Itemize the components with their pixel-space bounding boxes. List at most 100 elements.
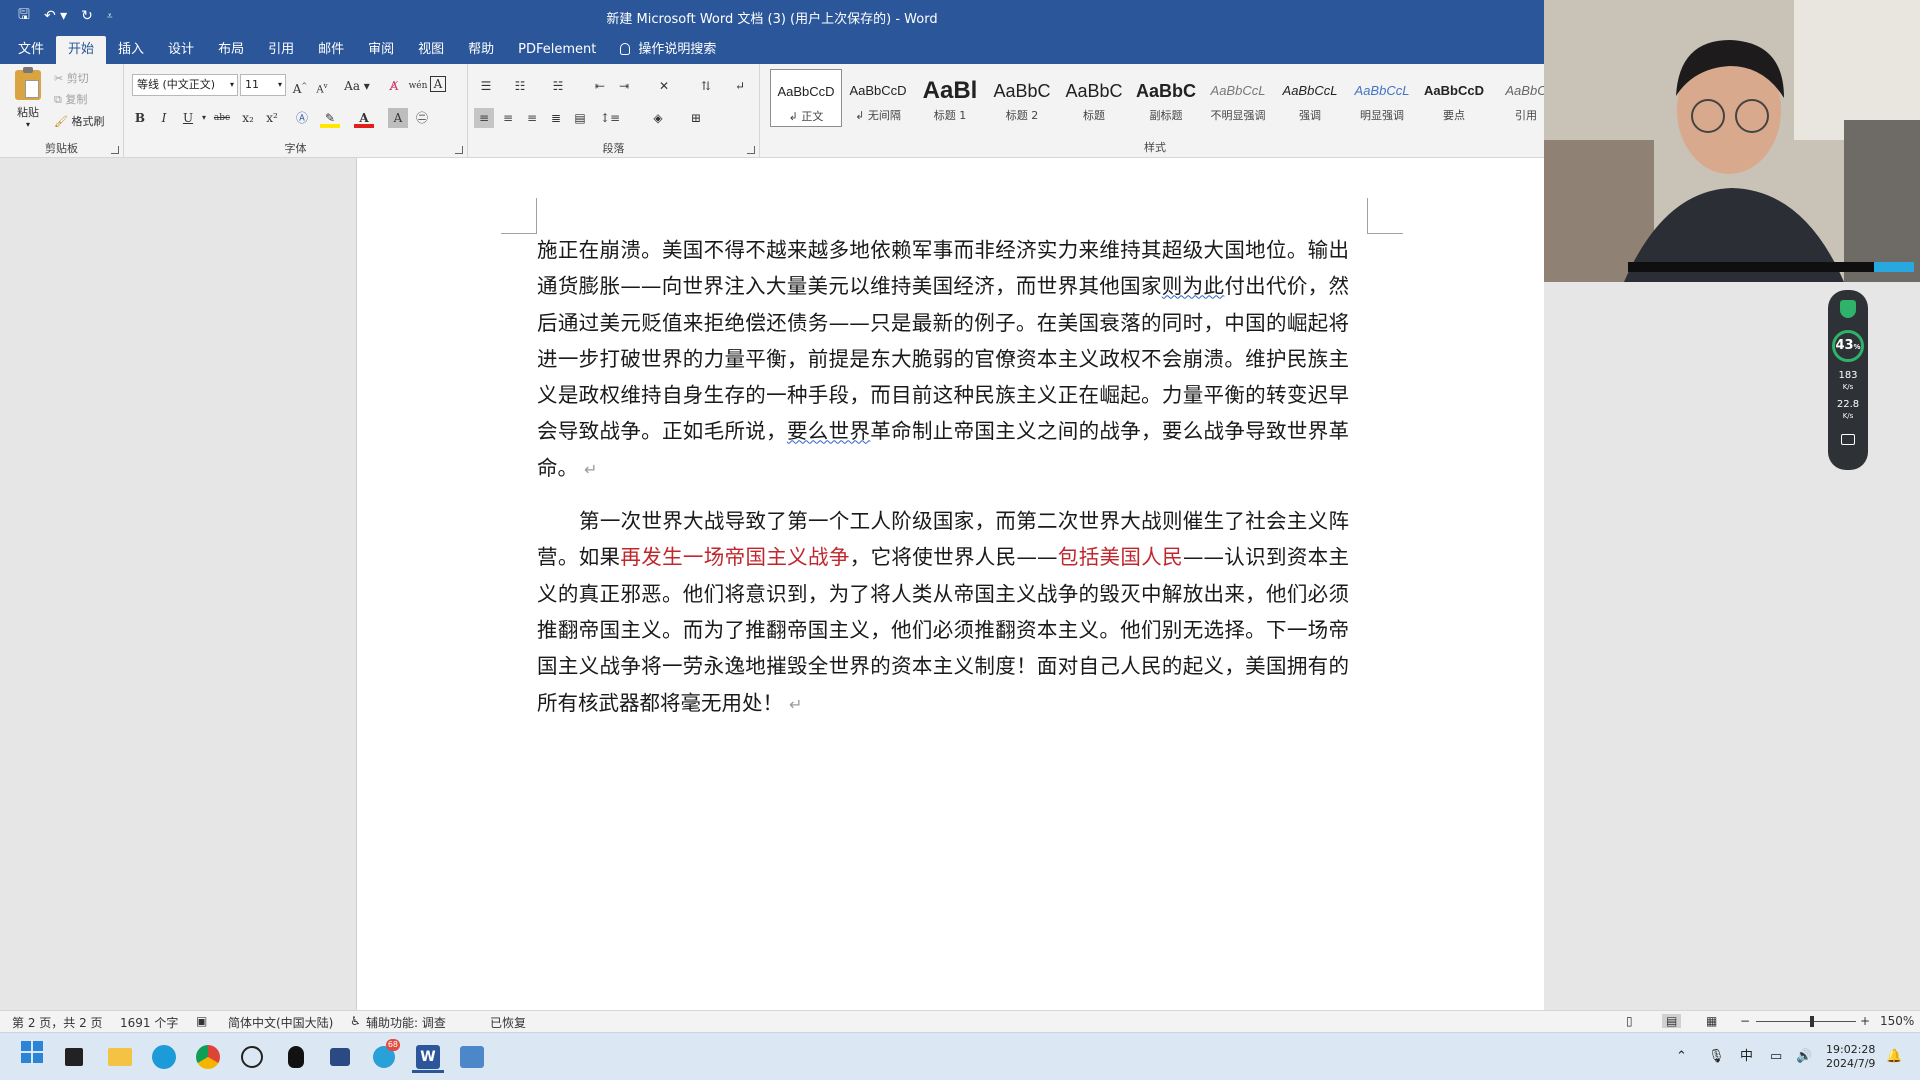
enclose-characters-button[interactable]: ㊁ (412, 108, 432, 128)
tab-references[interactable]: 引用 (256, 36, 306, 64)
highlight-button[interactable]: ✎ (320, 108, 340, 128)
subscript-button[interactable]: x₂ (238, 108, 258, 128)
start-windows-icon[interactable] (16, 1041, 48, 1073)
cut-button[interactable]: ✂ 剪切 (54, 70, 89, 86)
shading-button[interactable]: ◈ (648, 108, 668, 128)
zoom-in-icon[interactable]: + (1860, 1014, 1870, 1028)
zoom-slider[interactable] (1756, 1016, 1856, 1027)
edge-browser-icon[interactable] (148, 1041, 180, 1073)
tab-help[interactable]: 帮助 (456, 36, 506, 64)
style-emphasis[interactable]: AaBbCcL 强调 (1274, 69, 1346, 127)
style-subtle-emphasis[interactable]: AaBbCcL 不明显强调 (1202, 69, 1274, 127)
word-count[interactable]: 1691 个字 (120, 1014, 178, 1031)
justify-button[interactable]: ≣ (546, 108, 566, 128)
style-heading-1[interactable]: AaBl 标题 1 (914, 69, 986, 127)
tab-design[interactable]: 设计 (156, 36, 206, 64)
language-indicator[interactable]: 简体中文(中国大陆) (228, 1014, 333, 1031)
telegram-icon[interactable]: 68 (368, 1039, 400, 1073)
style-subtitle[interactable]: AaBbC 副标题 (1130, 69, 1202, 127)
distributed-button[interactable]: ▤ (570, 108, 590, 128)
bold-button[interactable]: B (130, 108, 150, 128)
style-no-spacing[interactable]: AaBbCcD ↲ 无间隔 (842, 69, 914, 127)
tab-insert[interactable]: 插入 (106, 36, 156, 64)
style-heading-2[interactable]: AaBbC 标题 2 (986, 69, 1058, 127)
shrink-font-button[interactable]: Av (312, 76, 332, 96)
tray-overflow-icon[interactable]: ⌃ (1676, 1033, 1687, 1080)
app-launcher-icon[interactable] (236, 1041, 268, 1073)
tab-file[interactable]: 文件 (6, 36, 56, 64)
paragraph[interactable]: 施正在崩溃。美国不得不越来越多地依赖军事而非经济实力来维持其超级大国地位。输出通… (537, 232, 1349, 488)
zoom-slider-thumb[interactable] (1810, 1016, 1814, 1027)
italic-button[interactable]: I (154, 108, 174, 128)
align-left-button[interactable]: ≡ (474, 108, 494, 128)
zoom-level[interactable]: 150% (1880, 1014, 1914, 1028)
multilevel-list-button[interactable]: ☵ (548, 76, 568, 96)
copy-button[interactable]: ⧉ 复制 (54, 91, 87, 107)
numbering-button[interactable]: ☷ (510, 76, 530, 96)
tab-home[interactable]: 开始 (56, 36, 107, 64)
phonetic-guide-button[interactable]: wén (408, 76, 428, 96)
paragraph-launcher-icon[interactable] (747, 146, 755, 154)
character-border-button[interactable]: A (430, 76, 446, 92)
chrome-browser-icon[interactable] (192, 1041, 224, 1073)
borders-button[interactable]: ⊞ (686, 108, 706, 128)
clock[interactable]: 19:02:28 2024/7/9 (1826, 1043, 1875, 1071)
page-count[interactable]: 第 2 页，共 2 页 (12, 1014, 103, 1031)
tab-view[interactable]: 视图 (406, 36, 456, 64)
show-marks-button[interactable]: ↵ (730, 76, 750, 96)
network-monitor-widget[interactable]: 43% 183 K/s 22.8 K/s (1828, 290, 1868, 470)
style-strong[interactable]: AaBbCcD 要点 (1418, 69, 1490, 127)
tab-review[interactable]: 审阅 (356, 36, 406, 64)
tab-pdfelement[interactable]: PDFelement (506, 36, 608, 64)
align-right-button[interactable]: ≡ (522, 108, 542, 128)
zoom-out-icon[interactable]: − (1740, 1014, 1750, 1028)
tell-me-search[interactable]: 操作说明搜索 (608, 36, 728, 64)
align-center-button[interactable]: ≡ (498, 108, 518, 128)
text-effects-button[interactable]: Ⓐ (292, 108, 312, 128)
grow-font-button[interactable]: A^ (290, 76, 310, 96)
underline-dropdown-icon[interactable]: ▾ (194, 108, 214, 128)
superscript-button[interactable]: x² (262, 108, 282, 128)
paragraph[interactable]: 第一次世界大战导致了第一个工人阶级国家，而第二次世界大战则催生了社会主义阵营。如… (537, 503, 1349, 723)
clipboard-launcher-icon[interactable] (111, 146, 119, 154)
line-spacing-button[interactable]: ↕≡ (600, 108, 620, 128)
app-cat-icon[interactable] (324, 1041, 356, 1073)
style-normal[interactable]: AaBbCcD ↲ 正文 (770, 69, 842, 127)
style-intense-emphasis[interactable]: AaBbCcL 明显强调 (1346, 69, 1418, 127)
font-color-button[interactable]: A (354, 108, 374, 128)
read-mode-icon[interactable]: ▯ (1626, 1014, 1633, 1028)
bullets-button[interactable]: ☰ (476, 76, 496, 96)
strikethrough-button[interactable]: abc (212, 108, 232, 128)
change-case-button[interactable]: Aa ▾ (342, 76, 372, 96)
ime-indicator[interactable]: 中 (1740, 1033, 1753, 1080)
chinese-layout-button[interactable]: ✕ (654, 76, 674, 96)
clear-formatting-button[interactable]: A̸ (384, 76, 404, 96)
print-layout-icon[interactable]: ▤ (1662, 1014, 1682, 1028)
format-painter-button[interactable]: 🖌 格式刷 (54, 113, 104, 129)
font-name-combobox[interactable]: 等线 (中文正文) ▾ (132, 74, 238, 96)
camera-icon[interactable] (1841, 434, 1855, 445)
document-body[interactable]: 施正在崩溃。美国不得不越来越多地依赖军事而非经济实力来维持其超级大国地位。输出通… (537, 232, 1349, 738)
paste-button[interactable]: 粘贴 ▾ (10, 67, 46, 134)
tab-layout[interactable]: 布局 (206, 36, 256, 64)
tab-mailings[interactable]: 邮件 (306, 36, 356, 64)
character-shading-button[interactable]: A (388, 108, 408, 128)
style-title[interactable]: AaBbC 标题 (1058, 69, 1130, 127)
pinned-app-icon[interactable] (456, 1041, 488, 1073)
notifications-bell-icon[interactable]: 🔔 (1886, 1033, 1902, 1080)
sort-button[interactable]: ⇅ (696, 76, 716, 96)
file-explorer-icon[interactable] (104, 1041, 136, 1073)
microphone-icon[interactable]: 🎙 (1708, 1033, 1725, 1080)
document-page[interactable]: 施正在崩溃。美国不得不越来越多地依赖军事而非经济实力来维持其超级大国地位。输出通… (356, 158, 1544, 1010)
font-size-combobox[interactable]: 11 ▾ (240, 74, 286, 96)
task-view-icon[interactable] (58, 1041, 90, 1073)
volume-icon[interactable]: 🔊 (1796, 1033, 1812, 1080)
network-icon[interactable]: ▭ (1770, 1033, 1782, 1080)
font-launcher-icon[interactable] (455, 146, 463, 154)
increase-indent-button[interactable]: ⇥ (614, 76, 634, 96)
web-layout-icon[interactable]: ▦ (1706, 1014, 1717, 1028)
qq-icon[interactable] (280, 1041, 312, 1073)
decrease-indent-button[interactable]: ⇤ (590, 76, 610, 96)
word-app-icon[interactable]: W (412, 1041, 444, 1073)
accessibility-status[interactable]: 辅助功能: 调查 (366, 1014, 446, 1031)
